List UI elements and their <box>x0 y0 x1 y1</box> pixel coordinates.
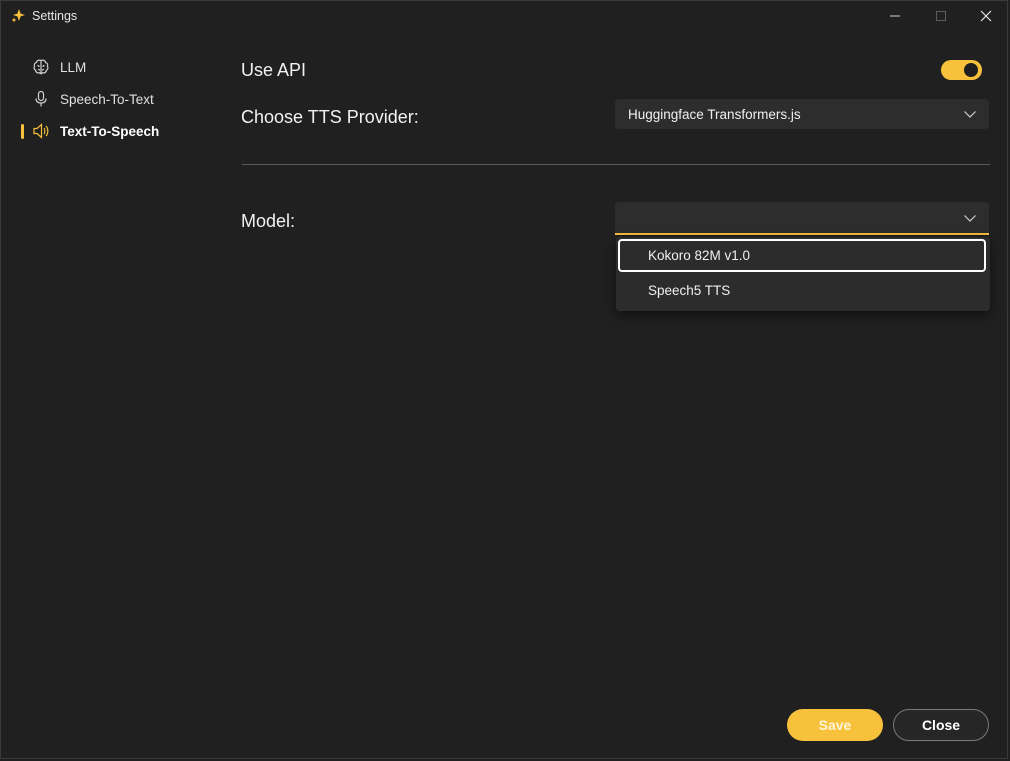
model-dropdown-list: Kokoro 82M v1.0 Speech5 TTS <box>616 237 990 311</box>
maximize-icon <box>936 11 946 21</box>
active-indicator <box>21 124 24 139</box>
use-api-toggle[interactable] <box>941 60 982 80</box>
model-label: Model: <box>241 211 296 231</box>
window-title: Settings <box>32 9 78 23</box>
model-select[interactable] <box>615 202 989 235</box>
sidebar-item-label: Text-To-Speech <box>60 123 160 139</box>
section-divider <box>242 164 990 165</box>
sparkle-app-icon <box>11 9 25 23</box>
tts-provider-select[interactable]: Huggingface Transformers.js <box>615 99 989 129</box>
minimize-icon <box>890 15 900 17</box>
speaker-icon <box>32 122 50 140</box>
title-bar: Settings <box>1 1 1007 33</box>
use-api-label: Use API <box>241 60 307 80</box>
sidebar: LLM Speech-To-Text Text-To-Speech <box>1 51 211 147</box>
chevron-down-icon <box>964 111 976 118</box>
close-icon <box>980 10 992 22</box>
option-label: Speech5 TTS <box>648 283 731 298</box>
close-button[interactable]: Close <box>893 709 989 741</box>
tts-provider-value: Huggingface Transformers.js <box>628 106 801 122</box>
brain-icon <box>32 58 50 76</box>
sidebar-item-label: LLM <box>60 59 87 75</box>
tts-provider-label: Choose TTS Provider: <box>241 107 419 127</box>
sidebar-item-llm[interactable]: LLM <box>1 51 211 83</box>
sidebar-item-text-to-speech[interactable]: Text-To-Speech <box>1 115 211 147</box>
model-option-speech5[interactable]: Speech5 TTS <box>618 274 986 307</box>
settings-window: Settings LLM Speech-To-Text Text-To-Spee… <box>0 0 1008 759</box>
maximize-button[interactable] <box>918 1 964 31</box>
close-window-button[interactable] <box>963 1 1007 31</box>
sidebar-item-speech-to-text[interactable]: Speech-To-Text <box>1 83 211 115</box>
chevron-down-icon <box>964 215 976 222</box>
save-button[interactable]: Save <box>787 709 883 741</box>
option-label: Kokoro 82M v1.0 <box>648 248 751 263</box>
microphone-icon <box>32 90 50 108</box>
minimize-button[interactable] <box>872 1 918 31</box>
sidebar-item-label: Speech-To-Text <box>60 91 154 107</box>
toggle-knob <box>964 63 978 77</box>
model-option-kokoro[interactable]: Kokoro 82M v1.0 <box>618 239 986 272</box>
